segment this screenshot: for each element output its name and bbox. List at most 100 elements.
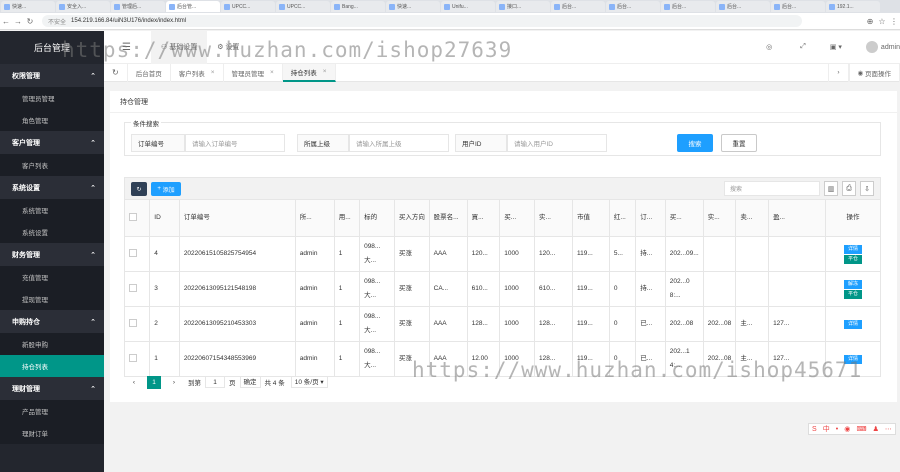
browser-tab[interactable]: 快速... — [1, 1, 55, 12]
page-tab[interactable]: 持仓列表 × — [282, 63, 336, 82]
row-checkbox[interactable] — [129, 249, 137, 258]
sidebar-item[interactable]: 提现管理 — [0, 288, 104, 310]
parent-input[interactable]: 请输入所属上级 — [349, 134, 449, 152]
browser-tab[interactable]: Unifu... — [441, 1, 495, 12]
close-icon[interactable]: × — [270, 69, 274, 76]
url-field[interactable]: 不安全 154.219.166.84/uiN3U176/index/index.… — [42, 15, 802, 27]
close-icon[interactable]: × — [323, 68, 327, 75]
browser-tab-label: 快速... — [12, 4, 27, 10]
sidebar-group[interactable]: 权限管理 ⌃ — [0, 64, 104, 87]
prev-page-icon[interactable]: ‹ — [127, 376, 141, 389]
table-cell[interactable] — [123, 236, 151, 272]
sidebar-item[interactable]: 持仓列表 — [0, 355, 104, 377]
goto-page-input[interactable]: 1 — [205, 376, 225, 388]
goto-confirm-button[interactable]: 确定 — [239, 376, 261, 388]
browser-tab[interactable]: 后台... — [551, 1, 605, 12]
back-icon[interactable]: ← — [0, 17, 12, 26]
fullscreen-icon[interactable]: ⤢ — [800, 43, 806, 51]
row-action-button[interactable]: 详情 — [843, 244, 862, 254]
forward-icon[interactable]: → — [12, 17, 24, 26]
filter-legend: 条件搜索 — [131, 118, 161, 128]
table-cell: 5... — [608, 236, 637, 272]
columns-icon[interactable]: ▥ — [824, 181, 838, 196]
refresh-button[interactable]: ↻ — [131, 182, 147, 196]
browser-tab[interactable]: UPCC... — [221, 1, 275, 12]
data-table: ID 订单编号 所... 用... 标的 买入方向 股票名... 買... 买... 实... 市值… — [123, 199, 882, 377]
lock-icon[interactable]: ▣ ▾ — [830, 43, 842, 51]
table-cell: 买涨 — [393, 306, 430, 342]
refresh-tab-icon[interactable]: ↻ — [104, 63, 128, 82]
select-all-checkbox[interactable] — [129, 213, 137, 222]
table-cell: 202...08 — [702, 306, 737, 342]
sidebar-group[interactable]: 理财管理 ⌃ — [0, 377, 104, 400]
page-tab[interactable]: 管理员管理 × — [224, 63, 283, 82]
table-cell[interactable] — [123, 306, 151, 342]
sidebar-item[interactable]: 新股申购 — [0, 333, 104, 355]
next-page-icon[interactable]: › — [167, 376, 181, 389]
table-cell: 解冻 平仓 — [824, 271, 882, 307]
sidebar-group-label: 财务管理 — [12, 251, 40, 259]
row-action-button[interactable]: 平仓 — [843, 254, 862, 264]
row-action-button[interactable]: 解冻 — [843, 279, 862, 289]
avatar[interactable]: admin — [865, 41, 900, 53]
browser-tab[interactable]: Bang... — [331, 1, 385, 12]
sidebar-item[interactable]: 角色管理 — [0, 109, 104, 131]
sidebar-item[interactable]: 产品管理 — [0, 400, 104, 422]
page-tab[interactable]: 客户列表 × — [171, 63, 224, 82]
sidebar-group[interactable]: 系统设置 ⌃ — [0, 176, 104, 199]
sidebar-group[interactable]: 申购持仓 ⌃ — [0, 310, 104, 333]
search-button[interactable]: 搜索 — [677, 134, 713, 152]
add-button[interactable]: + 添加 — [151, 182, 181, 196]
order-input[interactable]: 请输入订单编号 — [185, 134, 285, 152]
uid-input[interactable]: 请输入用户ID — [507, 134, 607, 152]
table-header-cell: 股票名... — [428, 199, 468, 237]
browser-tab[interactable]: UPCC... — [276, 1, 330, 12]
browser-tab[interactable]: 后台... — [661, 1, 715, 12]
browser-tab[interactable]: 后台... — [716, 1, 770, 12]
sidebar-item[interactable]: 系统设置 — [0, 221, 104, 243]
print-icon[interactable]: ⎙ — [842, 181, 856, 196]
reset-button[interactable]: 重置 — [721, 134, 757, 152]
page-current[interactable]: 1 — [147, 375, 161, 389]
sidebar-item[interactable]: 充值管理 — [0, 266, 104, 288]
row-action-button[interactable]: 平仓 — [843, 289, 862, 299]
browser-tab[interactable]: 接口... — [496, 1, 550, 12]
browser-tab[interactable]: 管理后... — [111, 1, 165, 12]
browser-tab[interactable]: 后台... — [606, 1, 660, 12]
favicon-icon — [114, 3, 120, 10]
sidebar-item[interactable]: 管理员管理 — [0, 87, 104, 109]
row-action-button[interactable]: 详情 — [843, 319, 862, 329]
zoom-icon[interactable]: ⊕ — [864, 17, 876, 26]
extensions-icon[interactable]: ⋮ — [888, 17, 900, 26]
favicon-icon — [224, 3, 230, 10]
export-icon[interactable]: ⇩ — [860, 181, 874, 196]
table-cell: 2022061510582575495​4 — [178, 236, 296, 272]
row-checkbox[interactable] — [129, 319, 137, 328]
theme-icon[interactable]: ◎ — [766, 43, 772, 51]
sidebar-item[interactable]: 客户列表 — [0, 154, 104, 176]
table-cell — [735, 271, 770, 307]
chevron-up-icon: ⌃ — [90, 318, 96, 326]
ime-toolbar[interactable]: S 中 • ◉ ⌨ ♟ ⋯ — [808, 423, 896, 435]
close-icon[interactable]: × — [211, 69, 215, 76]
table-header-cell[interactable] — [123, 199, 151, 237]
row-checkbox[interactable] — [129, 284, 137, 293]
page-operations[interactable]: ◉ 页面操作 — [848, 63, 900, 82]
table-cell[interactable] — [123, 271, 151, 307]
sidebar-group[interactable]: 客户管理 ⌃ — [0, 131, 104, 154]
table-search-input[interactable]: 搜索 — [724, 181, 820, 196]
page-size-select[interactable]: 10 条/页 ▾ — [290, 376, 328, 388]
browser-tab[interactable]: 快速... — [386, 1, 440, 12]
browser-tab[interactable]: 192.1... — [826, 1, 880, 12]
reload-icon[interactable]: ↻ — [24, 17, 36, 26]
sidebar-group[interactable]: 财务管理 ⌃ — [0, 243, 104, 266]
tabs-scroll-right-icon[interactable]: › — [828, 63, 849, 82]
page-tab[interactable]: 后台首页 — [128, 63, 171, 82]
browser-tab[interactable]: 后台管... — [166, 1, 220, 12]
sidebar-item[interactable]: 系统管理 — [0, 199, 104, 221]
browser-tab[interactable]: 安全入... — [56, 1, 110, 12]
sidebar-item[interactable]: 理财订单 — [0, 422, 104, 444]
browser-tab[interactable]: 后台... — [771, 1, 825, 12]
row-checkbox[interactable] — [129, 354, 137, 363]
star-icon[interactable]: ☆ — [876, 17, 888, 26]
